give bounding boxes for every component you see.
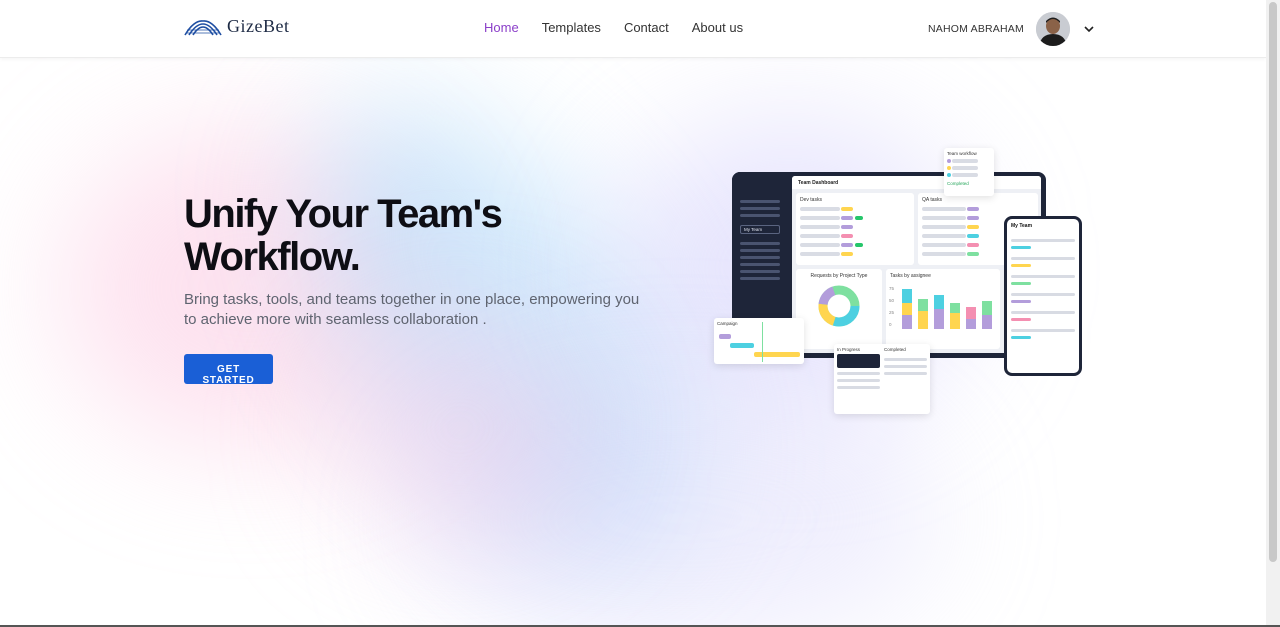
- assignee-chart-label: Tasks by assignee: [890, 273, 931, 279]
- assignee-tick-0: 0: [889, 322, 892, 327]
- nav-about-us[interactable]: About us: [692, 20, 743, 35]
- workflow-status: Completed: [947, 181, 969, 186]
- brand-name: GizeBet: [227, 16, 290, 36]
- avatar[interactable]: [1035, 12, 1070, 46]
- dev-tasks-card: Dev tasks: [796, 193, 914, 265]
- phone-title: My Team: [1011, 223, 1033, 229]
- hero-title-line-2: Workflow.: [184, 235, 361, 279]
- assignee-tick-75: 75: [889, 286, 895, 291]
- stacked-bar-chart: [902, 289, 992, 329]
- nav-templates[interactable]: Templates: [542, 20, 601, 35]
- page-scrollbar[interactable]: [1266, 0, 1280, 627]
- wave-stripes-logo-icon: [184, 19, 222, 35]
- team-workflow-label: Team workflow: [947, 151, 977, 156]
- assignee-chart-card: Tasks by assignee 75 50 25 0: [886, 269, 1000, 349]
- campaign-card: Campaign: [714, 318, 804, 364]
- dev-tasks-label: Dev tasks: [800, 197, 822, 203]
- get-started-button[interactable]: GET STARTED: [184, 354, 273, 386]
- sidebar-team: My Team: [740, 225, 780, 234]
- hero-subtitle: Bring tasks, tools, and teams together i…: [184, 291, 640, 328]
- chevron-down-icon[interactable]: [1082, 22, 1096, 36]
- donut-chart: [818, 285, 860, 327]
- qa-tasks-label: QA tasks: [922, 197, 943, 203]
- avatar-photo: [1035, 12, 1070, 46]
- kanban-card: In Progress Completed: [834, 344, 930, 414]
- scrollbar-thumb[interactable]: [1269, 2, 1277, 562]
- dashboard-title: Team Dashboard: [792, 176, 1041, 189]
- user-menu[interactable]: NAHOM ABRAHAM: [928, 12, 1096, 46]
- requests-chart-card: Requests by Project Type: [796, 269, 882, 349]
- brand-logo[interactable]: GizeBet: [184, 16, 289, 37]
- nav-home[interactable]: Home: [484, 20, 519, 35]
- team-workflow-card: Team workflow Completed: [944, 148, 994, 196]
- completed-label: Completed: [884, 347, 906, 352]
- dashboard-illustration: My Team Team Dashboard Dev tasks QA task…: [712, 148, 1084, 416]
- top-navbar: GizeBet Home Templates Contact About us …: [0, 0, 1266, 58]
- hero-section: Unify Your Team's Workflow. Bring tasks,…: [184, 193, 664, 388]
- in-progress-label: In Progress: [837, 347, 861, 352]
- assignee-tick-25: 25: [889, 310, 895, 315]
- nav-contact[interactable]: Contact: [624, 20, 669, 35]
- phone-mockup: My Team: [1004, 216, 1082, 376]
- hero-title: Unify Your Team's Workflow.: [184, 193, 564, 279]
- assignee-tick-50: 50: [889, 298, 895, 303]
- campaign-label: Campaign: [717, 321, 738, 326]
- user-name: NAHOM ABRAHAM: [928, 23, 1024, 35]
- main-nav: Home Templates Contact About us: [484, 20, 743, 35]
- hero-title-line-1: Unify Your Team's: [184, 192, 503, 236]
